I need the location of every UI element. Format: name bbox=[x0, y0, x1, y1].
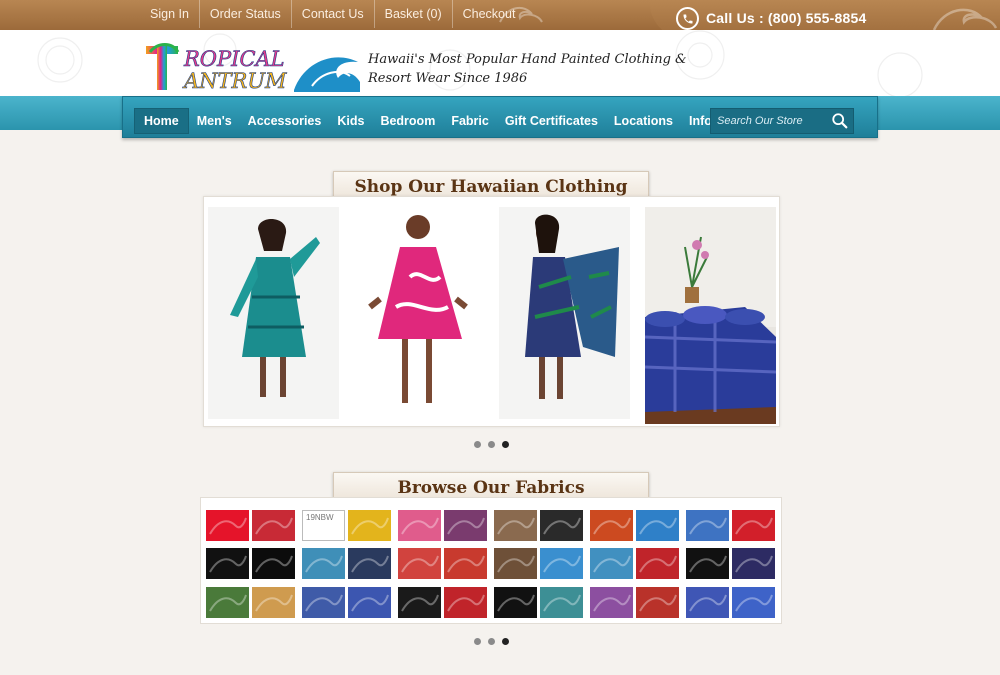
fabric-swatch[interactable] bbox=[590, 587, 633, 618]
search-icon[interactable] bbox=[831, 112, 849, 130]
sign-in-link[interactable]: Sign In bbox=[140, 0, 200, 28]
basket-link[interactable]: Basket (0) bbox=[375, 0, 453, 28]
phone-icon bbox=[676, 7, 699, 30]
fabric-swatch[interactable] bbox=[302, 587, 345, 618]
svg-text:ANTRUM: ANTRUM bbox=[182, 69, 287, 93]
tropical-tantrum-logo[interactable]: ROPICAL ANTRUM bbox=[144, 42, 362, 94]
fabric-swatch[interactable] bbox=[348, 548, 391, 579]
fabric-swatch[interactable] bbox=[590, 510, 633, 541]
clothing-carousel-dots bbox=[474, 441, 509, 448]
tagline: Hawaii's Most Popular Hand Painted Cloth… bbox=[368, 50, 687, 88]
fabric-swatch[interactable] bbox=[398, 587, 441, 618]
fabric-swatch[interactable] bbox=[206, 548, 249, 579]
svg-text:ROPICAL: ROPICAL bbox=[183, 47, 285, 71]
product-photo-teal-dress[interactable] bbox=[208, 207, 339, 419]
nav-item-fabric[interactable]: Fabric bbox=[443, 108, 497, 134]
tagline-line-2: Resort Wear Since 1986 bbox=[368, 71, 528, 86]
fabric-swatch[interactable] bbox=[444, 510, 487, 541]
carousel-dot-1[interactable] bbox=[474, 441, 481, 448]
fabric-swatch[interactable] bbox=[494, 587, 537, 618]
fabric-swatch[interactable] bbox=[348, 587, 391, 618]
fabric-carousel-dots bbox=[474, 638, 509, 645]
carousel-dot-3[interactable] bbox=[502, 638, 509, 645]
broken-image-alt-text: 19NBW bbox=[306, 513, 334, 522]
fabric-swatch[interactable] bbox=[206, 510, 249, 541]
fabric-swatch[interactable] bbox=[636, 548, 679, 579]
nav-item-accessories[interactable]: Accessories bbox=[240, 108, 330, 134]
fabric-swatch-broken-image[interactable]: 19NBW bbox=[302, 510, 345, 541]
fabric-swatch[interactable] bbox=[636, 510, 679, 541]
fabric-swatch[interactable] bbox=[444, 548, 487, 579]
fabric-swatch[interactable] bbox=[732, 510, 775, 541]
fabric-swatch[interactable] bbox=[494, 510, 537, 541]
fabric-swatch[interactable] bbox=[540, 510, 583, 541]
fabric-swatch[interactable] bbox=[444, 587, 487, 618]
fabric-swatch[interactable] bbox=[686, 548, 729, 579]
fabric-swatch[interactable] bbox=[636, 587, 679, 618]
tagline-line-1: Hawaii's Most Popular Hand Painted Cloth… bbox=[368, 52, 687, 67]
clothing-carousel bbox=[203, 196, 780, 427]
fabric-swatch[interactable] bbox=[732, 587, 775, 618]
fabric-grid: 19NBW bbox=[200, 497, 782, 624]
search-input[interactable] bbox=[717, 109, 829, 133]
fabric-swatch[interactable] bbox=[206, 587, 249, 618]
carousel-dot-2[interactable] bbox=[488, 638, 495, 645]
search-box bbox=[710, 108, 854, 134]
fabric-swatch[interactable] bbox=[398, 510, 441, 541]
wave-decoration-icon bbox=[932, 8, 998, 31]
fabric-swatch[interactable] bbox=[252, 587, 295, 618]
account-links: Sign In Order Status Contact Us Basket (… bbox=[140, 0, 525, 30]
carousel-dot-2[interactable] bbox=[488, 441, 495, 448]
product-photo-kaftan[interactable] bbox=[499, 207, 630, 419]
contact-us-link[interactable]: Contact Us bbox=[292, 0, 375, 28]
fabric-swatch[interactable] bbox=[686, 510, 729, 541]
carousel-dot-3[interactable] bbox=[502, 441, 509, 448]
fabric-swatch[interactable] bbox=[252, 510, 295, 541]
fabric-swatch[interactable] bbox=[540, 548, 583, 579]
fabric-swatch[interactable] bbox=[302, 548, 345, 579]
nav-item-kids[interactable]: Kids bbox=[329, 108, 372, 134]
nav-item-gift-certificates[interactable]: Gift Certificates bbox=[497, 108, 606, 134]
nav-item-bedroom[interactable]: Bedroom bbox=[372, 108, 443, 134]
fabric-swatch[interactable] bbox=[686, 587, 729, 618]
product-photo-bedding[interactable] bbox=[645, 207, 776, 424]
fabric-swatch[interactable] bbox=[252, 548, 295, 579]
product-photo-pink-kids-dress[interactable] bbox=[350, 207, 483, 419]
nav-item-locations[interactable]: Locations bbox=[606, 108, 681, 134]
fabric-swatch[interactable] bbox=[732, 548, 775, 579]
order-status-link[interactable]: Order Status bbox=[200, 0, 292, 28]
fabric-swatch[interactable] bbox=[348, 510, 391, 541]
fabric-swatch[interactable] bbox=[590, 548, 633, 579]
nav-item-home[interactable]: Home bbox=[134, 108, 189, 134]
nav-item-mens[interactable]: Men's bbox=[189, 108, 240, 134]
main-nav: Home Men's Accessories Kids Bedroom Fabr… bbox=[134, 108, 773, 134]
carousel-dot-1[interactable] bbox=[474, 638, 481, 645]
phone-number: Call Us : (800) 555-8854 bbox=[706, 10, 867, 26]
fabric-swatch[interactable] bbox=[540, 587, 583, 618]
checkout-link[interactable]: Checkout bbox=[453, 0, 526, 28]
fabric-swatch[interactable] bbox=[398, 548, 441, 579]
fabric-swatch[interactable] bbox=[494, 548, 537, 579]
